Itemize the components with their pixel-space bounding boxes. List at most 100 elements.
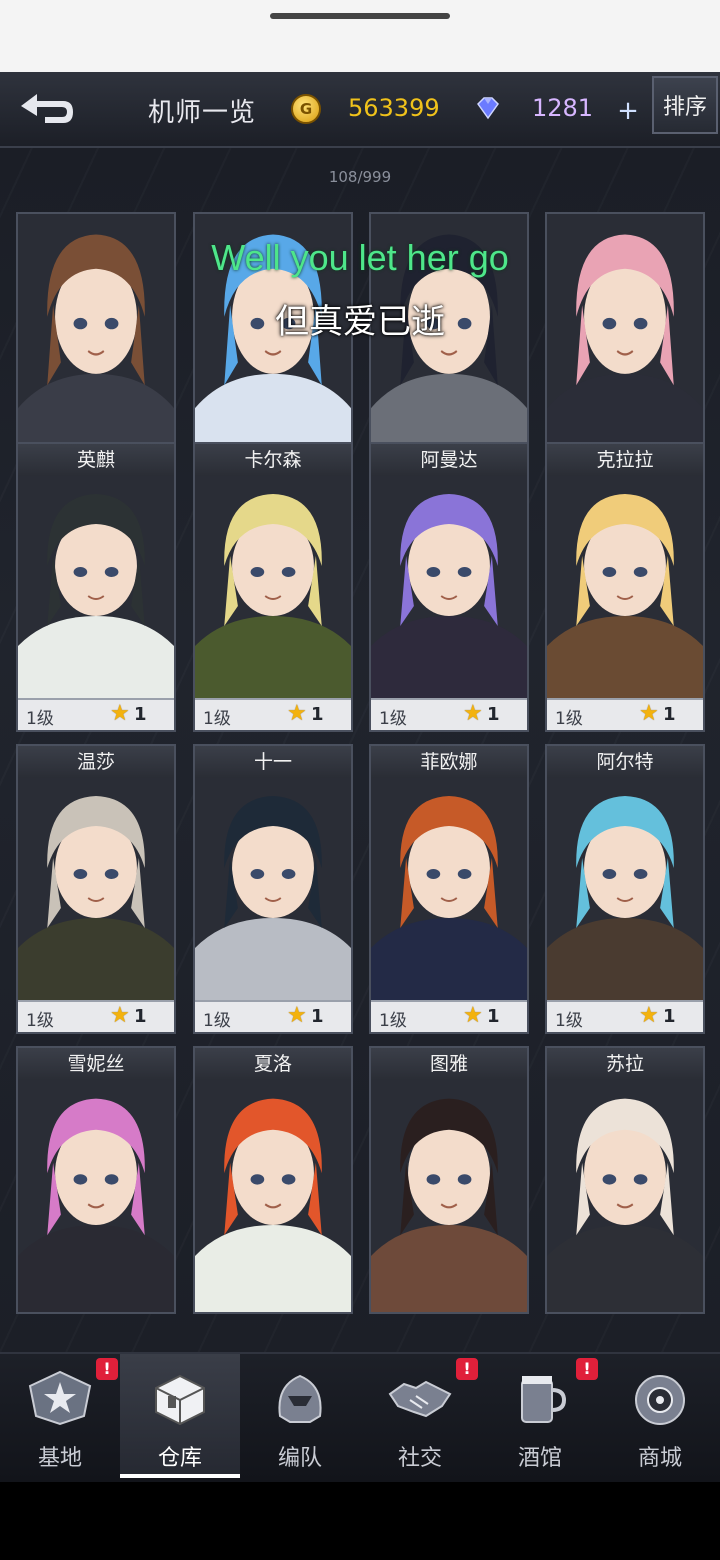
- pilot-name: 菲欧娜: [371, 746, 527, 778]
- pilot-card[interactable]: 阿尔特 1级 ★ 1: [545, 744, 705, 1034]
- pilot-card[interactable]: 克拉拉 1级 ★ 1: [545, 442, 705, 732]
- coin-balance: 563399: [348, 94, 440, 122]
- pilot-name: 英麒: [18, 444, 174, 476]
- card-footer: 1级 ★1: [547, 698, 703, 730]
- card-footer: 1级 ★1: [18, 1000, 174, 1032]
- star-icon: ★: [639, 701, 659, 726]
- pilot-grid: 1级★11级★11级★11级★1英麒1级★1卡尔森1级★1阿曼达1级★1克拉拉1…: [0, 72, 720, 1482]
- nav-label: 商城: [637, 1446, 682, 1471]
- bottom-bar: [0, 1482, 720, 1560]
- gem-icon: [477, 97, 499, 120]
- pilot-card[interactable]: 温莎 1级 ★ 1: [16, 744, 176, 1034]
- pilot-portrait: [371, 778, 527, 1004]
- alert-badge: !: [576, 1358, 598, 1380]
- pilot-portrait: [547, 778, 703, 1004]
- star-icon: ★: [639, 1003, 659, 1028]
- alert-badge: !: [456, 1358, 478, 1380]
- card-footer: 1级 ★1: [371, 1000, 527, 1032]
- card-footer: 1级 ★1: [195, 698, 351, 730]
- header-bar: 机师一览 G 563399 1281 + 排序: [0, 72, 720, 148]
- pilot-card[interactable]: 夏洛: [193, 1046, 353, 1314]
- back-arrow-icon: [21, 94, 73, 123]
- pilot-level: 1级: [26, 709, 54, 729]
- pilot-portrait: [18, 1080, 174, 1312]
- pilot-name: 阿曼达: [371, 444, 527, 476]
- pilot-name: 阿尔特: [547, 746, 703, 778]
- sort-button[interactable]: 排序: [652, 76, 718, 134]
- star-icon: ★: [287, 1003, 307, 1028]
- nav-tavern[interactable]: 酒馆!: [480, 1354, 600, 1478]
- nav-warehouse[interactable]: 仓库: [120, 1354, 240, 1478]
- pilot-card[interactable]: 阿曼达 1级 ★ 1: [369, 442, 529, 732]
- tavern-icon: [506, 1366, 574, 1430]
- nav-label: 编队: [277, 1446, 322, 1471]
- card-footer: 1级 ★1: [18, 698, 174, 730]
- pilot-level: 1级: [26, 1011, 54, 1031]
- team-icon: [266, 1366, 334, 1430]
- pilot-name: 夏洛: [195, 1048, 351, 1080]
- pilot-level: 1级: [379, 709, 407, 729]
- card-footer: 1级 ★1: [195, 1000, 351, 1032]
- card-footer: 1级 ★1: [547, 1000, 703, 1032]
- pilot-level: 1级: [555, 1011, 583, 1031]
- pilot-star-count: 1: [134, 1006, 147, 1027]
- nav-team[interactable]: 编队: [240, 1354, 360, 1478]
- pilot-star-count: 1: [311, 1006, 324, 1027]
- pilot-portrait: [547, 476, 703, 702]
- pilot-name: 卡尔森: [195, 444, 351, 476]
- pilot-portrait: [195, 476, 351, 702]
- pilot-card[interactable]: 图雅: [369, 1046, 529, 1314]
- alert-badge: !: [96, 1358, 118, 1380]
- pilot-portrait: [371, 476, 527, 702]
- nav-label: 仓库: [157, 1446, 202, 1471]
- pilot-star-count: 1: [487, 704, 500, 725]
- pilot-name: 克拉拉: [547, 444, 703, 476]
- pilot-card[interactable]: 雪妮丝: [16, 1046, 176, 1314]
- handshake-icon: [386, 1366, 454, 1430]
- star-icon: ★: [110, 701, 130, 726]
- roster-count: 108/999: [328, 168, 392, 186]
- pilot-card[interactable]: 十一 1级 ★ 1: [193, 744, 353, 1034]
- pilot-portrait: [195, 1080, 351, 1312]
- subtitle-chinese: 但真爱已逝: [275, 302, 445, 342]
- add-gems-button[interactable]: +: [616, 98, 640, 124]
- star-icon: ★: [463, 1003, 483, 1028]
- nav-shop[interactable]: 商城: [600, 1354, 720, 1478]
- pilot-card[interactable]: 菲欧娜 1级 ★ 1: [369, 744, 529, 1034]
- status-area: [0, 0, 720, 72]
- pilot-name: 十一: [195, 746, 351, 778]
- pilot-portrait: [18, 778, 174, 1004]
- pilot-star-count: 1: [663, 704, 676, 725]
- subtitle-english: Well you let her go: [211, 237, 509, 278]
- pilot-portrait: [18, 476, 174, 702]
- back-button[interactable]: [4, 80, 90, 140]
- pilot-portrait: [371, 1080, 527, 1312]
- pilot-card[interactable]: 卡尔森 1级 ★ 1: [193, 442, 353, 732]
- bottom-nav: 基地! 仓库 编队 社交! 酒馆! 商城: [0, 1352, 720, 1482]
- gem-balance: 1281: [532, 94, 594, 122]
- nav-base[interactable]: 基地!: [0, 1354, 120, 1478]
- coin-icon: G: [291, 94, 321, 124]
- nav-handshake[interactable]: 社交!: [360, 1354, 480, 1478]
- pilot-portrait: [547, 1080, 703, 1312]
- pilot-name: 温莎: [18, 746, 174, 778]
- pilot-name: 苏拉: [547, 1048, 703, 1080]
- star-icon: ★: [110, 1003, 130, 1028]
- star-icon: ★: [463, 701, 483, 726]
- shop-icon: [626, 1366, 694, 1430]
- base-icon: [26, 1366, 94, 1430]
- pilot-star-count: 1: [487, 1006, 500, 1027]
- pilot-name: 雪妮丝: [18, 1048, 174, 1080]
- pilot-level: 1级: [555, 709, 583, 729]
- nav-label: 基地: [37, 1446, 82, 1471]
- pilot-star-count: 1: [663, 1006, 676, 1027]
- pilot-card[interactable]: 英麒 1级 ★ 1: [16, 442, 176, 732]
- nav-label: 社交: [397, 1446, 442, 1471]
- pilot-star-count: 1: [311, 704, 324, 725]
- warehouse-icon: [146, 1366, 214, 1430]
- pilot-level: 1级: [379, 1011, 407, 1031]
- pilot-star-count: 1: [134, 704, 147, 725]
- pilot-card[interactable]: 苏拉: [545, 1046, 705, 1314]
- nav-label: 酒馆: [517, 1446, 562, 1471]
- pilot-level: 1级: [203, 1011, 231, 1031]
